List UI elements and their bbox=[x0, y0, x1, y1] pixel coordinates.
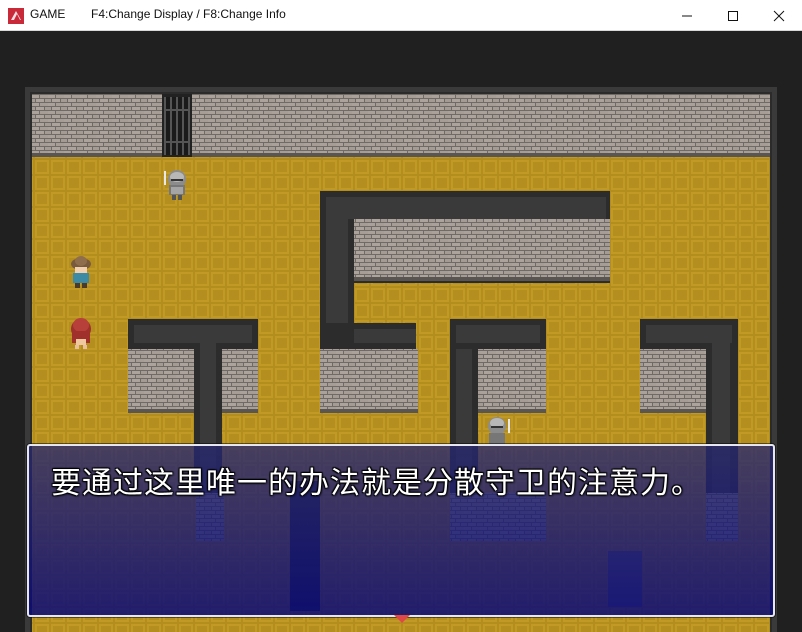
game-window: GAME F4:Change Display / F8:Change Info bbox=[0, 0, 802, 632]
message-text: 要通过这里唯一的办法就是分散守卫的注意力。 bbox=[51, 466, 702, 501]
message-window[interactable]: 要通过这里唯一的办法就是分散守卫的注意力。 bbox=[27, 444, 775, 617]
close-button[interactable] bbox=[756, 0, 802, 31]
minimize-icon bbox=[682, 15, 692, 16]
maximize-icon bbox=[728, 10, 738, 21]
window-info-text: F4:Change Display / F8:Change Info bbox=[91, 7, 286, 21]
title-bar[interactable]: GAME F4:Change Display / F8:Change Info bbox=[0, 0, 802, 31]
maximize-button[interactable] bbox=[710, 0, 756, 31]
game-viewport[interactable]: 要通过这里唯一的办法就是分散守卫的注意力。 bbox=[0, 31, 802, 632]
window-title: GAME bbox=[30, 7, 66, 21]
app-icon bbox=[8, 8, 24, 24]
continue-arrow-icon[interactable] bbox=[394, 615, 410, 623]
close-icon bbox=[773, 10, 785, 21]
minimize-button[interactable] bbox=[664, 0, 710, 31]
